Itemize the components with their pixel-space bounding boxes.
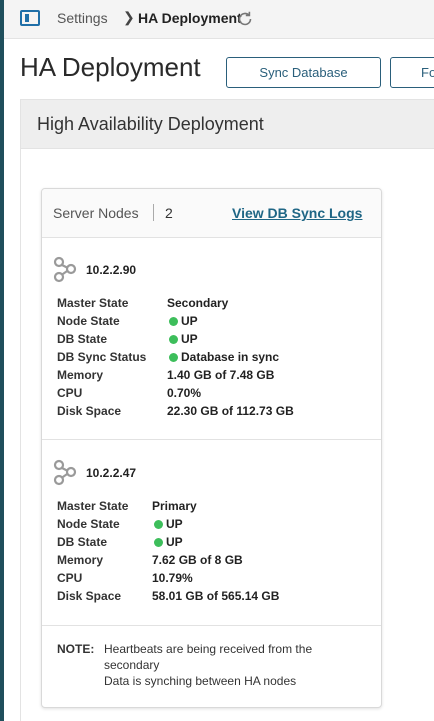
db-sync-label: DB Sync Status — [57, 350, 147, 364]
master-state-value: Primary — [152, 499, 197, 513]
app-frame: Settings ❯ HA Deployment HA Deployment S… — [4, 0, 434, 721]
master-state-label: Master State — [57, 296, 129, 310]
section-title: High Availability Deployment — [21, 100, 434, 149]
note-text: Heartbeats are being received from the s… — [104, 641, 344, 689]
memory-label: Memory — [57, 553, 104, 567]
node-panel: 10.2.2.90 Master State Secondary Node St… — [42, 237, 381, 440]
divider — [153, 204, 154, 221]
node-state-label: Node State — [57, 517, 120, 531]
top-bar: Settings ❯ HA Deployment — [4, 0, 434, 39]
note-label: NOTE: — [57, 642, 95, 656]
server-nodes-count: 2 — [165, 205, 173, 221]
disk-value: 22.30 GB of 112.73 GB — [167, 404, 294, 418]
node-ip: 10.2.2.90 — [86, 263, 137, 277]
node-state-value: UP — [181, 314, 198, 328]
memory-value: 7.62 GB of 8 GB — [152, 553, 243, 567]
db-state-label: DB State — [57, 535, 108, 549]
note-line-2: Data is synching between HA nodes — [104, 674, 297, 688]
status-up-icon — [169, 335, 178, 344]
node-state-label: Node State — [57, 314, 120, 328]
cpu-label: CPU — [57, 571, 83, 585]
status-up-icon — [154, 520, 163, 529]
server-nodes-label: Server Nodes — [53, 205, 139, 221]
db-state-label: DB State — [57, 332, 108, 346]
server-nodes-card: Server Nodes 2 View DB Sync Logs 10.2.2.… — [41, 188, 382, 708]
breadcrumb-settings[interactable]: Settings — [57, 10, 108, 26]
sidebar-toggle-icon[interactable] — [20, 10, 40, 26]
share-nodes-icon — [53, 459, 77, 486]
db-state-value: UP — [166, 535, 183, 549]
db-sync-value: Database in sync — [181, 350, 280, 364]
disk-label: Disk Space — [57, 589, 122, 603]
server-nodes-header: Server Nodes 2 View DB Sync Logs — [42, 189, 381, 238]
breadcrumb-current: HA Deployment — [138, 10, 242, 26]
disk-label: Disk Space — [57, 404, 122, 418]
memory-value: 1.40 GB of 7.48 GB — [167, 368, 275, 382]
sync-database-button[interactable]: Sync Database — [226, 57, 381, 88]
cpu-value: 10.79% — [152, 571, 193, 585]
master-state-value: Secondary — [167, 296, 229, 310]
node-panel: 10.2.2.47 Master State Primary Node Stat… — [42, 440, 381, 626]
db-state-value: UP — [181, 332, 198, 346]
status-up-icon — [154, 538, 163, 547]
master-state-label: Master State — [57, 499, 129, 513]
node-ip: 10.2.2.47 — [86, 466, 137, 480]
node-state-value: UP — [166, 517, 183, 531]
refresh-icon[interactable] — [236, 10, 254, 28]
view-db-sync-logs-link[interactable]: View DB Sync Logs — [232, 205, 362, 221]
memory-label: Memory — [57, 368, 104, 382]
page-title: HA Deployment — [20, 52, 201, 82]
chevron-right-icon: ❯ — [123, 9, 135, 25]
cpu-value: 0.70% — [167, 386, 202, 400]
failover-button[interactable]: Fo — [390, 57, 434, 88]
note-line-1: Heartbeats are being received from the s… — [104, 642, 313, 672]
share-nodes-icon — [53, 256, 77, 283]
status-up-icon — [169, 317, 178, 326]
status-up-icon — [169, 353, 178, 362]
disk-value: 58.01 GB of 565.14 GB — [152, 589, 280, 603]
cpu-label: CPU — [57, 386, 83, 400]
